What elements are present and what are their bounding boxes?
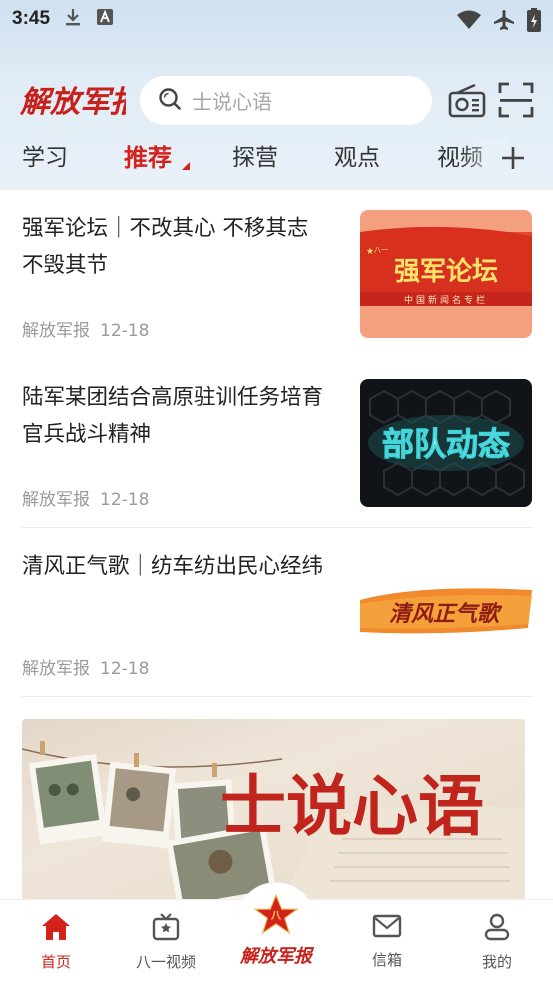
airplane-icon [493,9,515,35]
news-meta: 解放军报 12-18 [22,485,149,510]
plus-icon [502,147,524,169]
mail-icon [372,914,402,938]
download-icon [64,7,82,31]
news-thumbnail: ★ 八一 强军论坛 中国新闻名专栏 [360,210,532,338]
status-bar: 3:45 [0,0,553,38]
news-date: 12-18 [100,490,150,510]
thumb-title: 强军论坛 [394,257,498,287]
header: 3:45 解放军报 [0,0,553,190]
wifi-icon [457,10,481,34]
nav-label: 解放军报 [240,946,312,966]
news-meta: 解放军报 12-18 [22,654,149,679]
banner-title: 士说心语 [220,767,484,845]
nav-label: 信箱 [371,951,402,969]
nav-label: 八一视频 [135,953,196,971]
feature-banner[interactable]: 士说心语 [22,719,525,899]
news-meta: 解放军报 12-18 [22,316,149,341]
home-icon [42,914,70,940]
nav-video[interactable]: 八一视频 [126,913,206,972]
thumb-tag: 八一 [374,246,388,254]
tab-opinion[interactable]: 观点 [334,138,380,172]
thumb-title: 清风正气歌 [389,601,503,627]
news-item[interactable]: 清风正气歌｜纺车纺出民心经纬 解放军报 12-18 清风正气歌 [22,548,532,688]
news-date: 12-18 [100,659,150,679]
status-icons [457,8,541,36]
nav-home[interactable]: 首页 [16,913,96,972]
radio-icon [448,83,486,118]
news-title: 陆军某团结合高原驻训任务培育官兵战斗精神 [22,385,324,447]
thumb-subtitle: 中国新闻名专栏 [404,294,488,306]
news-title: 强军论坛｜不改其心 不移其志 不毁其节 [22,216,309,278]
news-date: 12-18 [100,321,150,341]
svg-text:八: 八 [270,910,282,922]
divider [22,527,532,528]
search-icon [158,87,182,115]
active-tab-marker [182,162,190,170]
news-thumbnail: 清风正气歌 [360,548,532,676]
add-channel-button[interactable] [500,138,526,182]
star-logo-icon: 八 [253,893,299,935]
svg-text:★: ★ [366,247,374,257]
radio-button[interactable] [448,82,486,120]
app-screen: 3:45 解放军报 [0,0,553,984]
status-time: 3:45 [12,8,51,29]
battery-icon [527,8,541,36]
font-a-icon [96,8,114,30]
news-source: 解放军报 [22,321,90,341]
news-source: 解放军报 [22,490,90,510]
search-placeholder: 士说心语 [192,90,272,114]
nav-pla-daily[interactable]: 八 解放军报 [236,893,316,968]
news-thumbnail: 部队动态 [360,379,532,507]
nav-profile[interactable]: 我的 [457,913,537,972]
scan-icon [498,82,534,118]
news-item[interactable]: 陆军某团结合高原驻训任务培育官兵战斗精神 解放军报 12-18 部队动态 [22,379,532,519]
tab-recommend[interactable]: 推荐 [124,138,172,173]
divider [22,696,532,697]
app-logo[interactable]: 解放军报 [19,78,144,122]
scan-button[interactable] [498,82,534,118]
user-icon [484,913,510,941]
logo-text: 解放军报 [20,86,126,119]
news-source: 解放军报 [22,659,90,679]
search-bar[interactable]: 士说心语 [140,76,432,125]
thumb-title: 部队动态 [382,425,510,463]
nav-mailbox[interactable]: 信箱 [347,913,427,970]
tab-study[interactable]: 学习 [22,138,68,172]
news-title: 清风正气歌｜纺车纺出民心经纬 [22,554,324,579]
tab-camp-visit[interactable]: 探营 [232,138,278,172]
nav-label: 首页 [40,953,71,971]
tv-icon [152,913,180,941]
news-item[interactable]: 强军论坛｜不改其心 不移其志 不毁其节 解放军报 12-18 ★ 八一 强军论坛 … [22,210,532,350]
nav-label: 我的 [481,953,512,971]
